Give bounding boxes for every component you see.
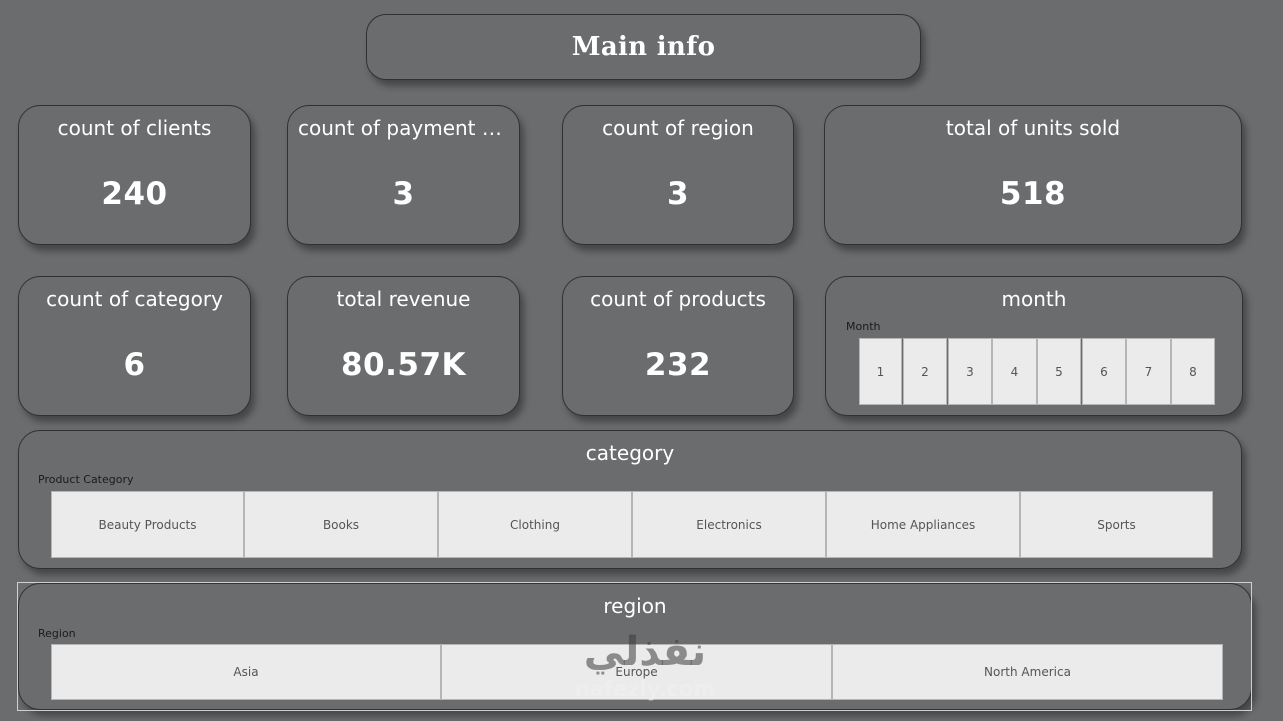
month-option-2[interactable]: 2 [903,338,947,405]
kpi-label: count of products [590,287,766,311]
category-slicer: category Product Category Beauty Product… [18,430,1242,569]
kpi-card-units-sold[interactable]: total of units sold 518 [824,105,1242,245]
category-option-sports[interactable]: Sports [1020,491,1213,558]
region-slicer-title: region [603,594,667,618]
region-option-europe[interactable]: Europe [441,644,832,700]
kpi-label: count of category [46,287,223,311]
title-card: Main info [366,14,921,80]
month-slicer-title: month [1001,287,1067,311]
kpi-value: 6 [123,347,146,383]
category-option-beauty-products[interactable]: Beauty Products [51,491,244,558]
category-slicer-title: category [585,441,675,465]
kpi-label: count of clients [57,116,212,140]
kpi-value: 80.57K [340,347,467,383]
region-option-asia[interactable]: Asia [51,644,441,700]
kpi-value: 232 [644,347,712,383]
kpi-label: total revenue [336,287,471,311]
kpi-value: 518 [999,176,1067,212]
kpi-card-revenue[interactable]: total revenue 80.57K [287,276,520,416]
month-option-1[interactable]: 1 [859,338,902,405]
kpi-card-category[interactable]: count of category 6 [18,276,251,416]
category-option-electronics[interactable]: Electronics [632,491,826,558]
kpi-card-payment-methods[interactable]: count of payment m... 3 [287,105,520,245]
month-option-6[interactable]: 6 [1082,338,1126,405]
kpi-value: 3 [392,176,415,212]
month-option-5[interactable]: 5 [1037,338,1081,405]
category-option-home-appliances[interactable]: Home Appliances [826,491,1020,558]
month-option-3[interactable]: 3 [948,338,992,405]
category-option-clothing[interactable]: Clothing [438,491,632,558]
kpi-card-region[interactable]: count of region 3 [562,105,794,245]
region-slicer: region Region Asia Europe North America [18,583,1252,710]
page-title: Main info [571,32,716,62]
month-option-7[interactable]: 7 [1126,338,1171,405]
kpi-value: 240 [101,176,168,212]
kpi-label: count of payment m... [298,116,509,140]
kpi-card-products[interactable]: count of products 232 [562,276,794,416]
month-slicer: month Month 1 2 3 4 5 6 7 8 [825,276,1243,416]
kpi-value: 3 [666,176,690,212]
month-option-8[interactable]: 8 [1171,338,1215,405]
month-option-4[interactable]: 4 [992,338,1037,405]
kpi-label: total of units sold [945,116,1121,140]
month-field-label: Month [846,320,881,333]
category-field-label: Product Category [38,473,134,486]
kpi-label: count of region [602,116,754,140]
category-option-books[interactable]: Books [244,491,438,558]
kpi-card-clients[interactable]: count of clients 240 [18,105,251,245]
region-option-north-america[interactable]: North America [832,644,1223,700]
region-field-label: Region [38,627,76,640]
